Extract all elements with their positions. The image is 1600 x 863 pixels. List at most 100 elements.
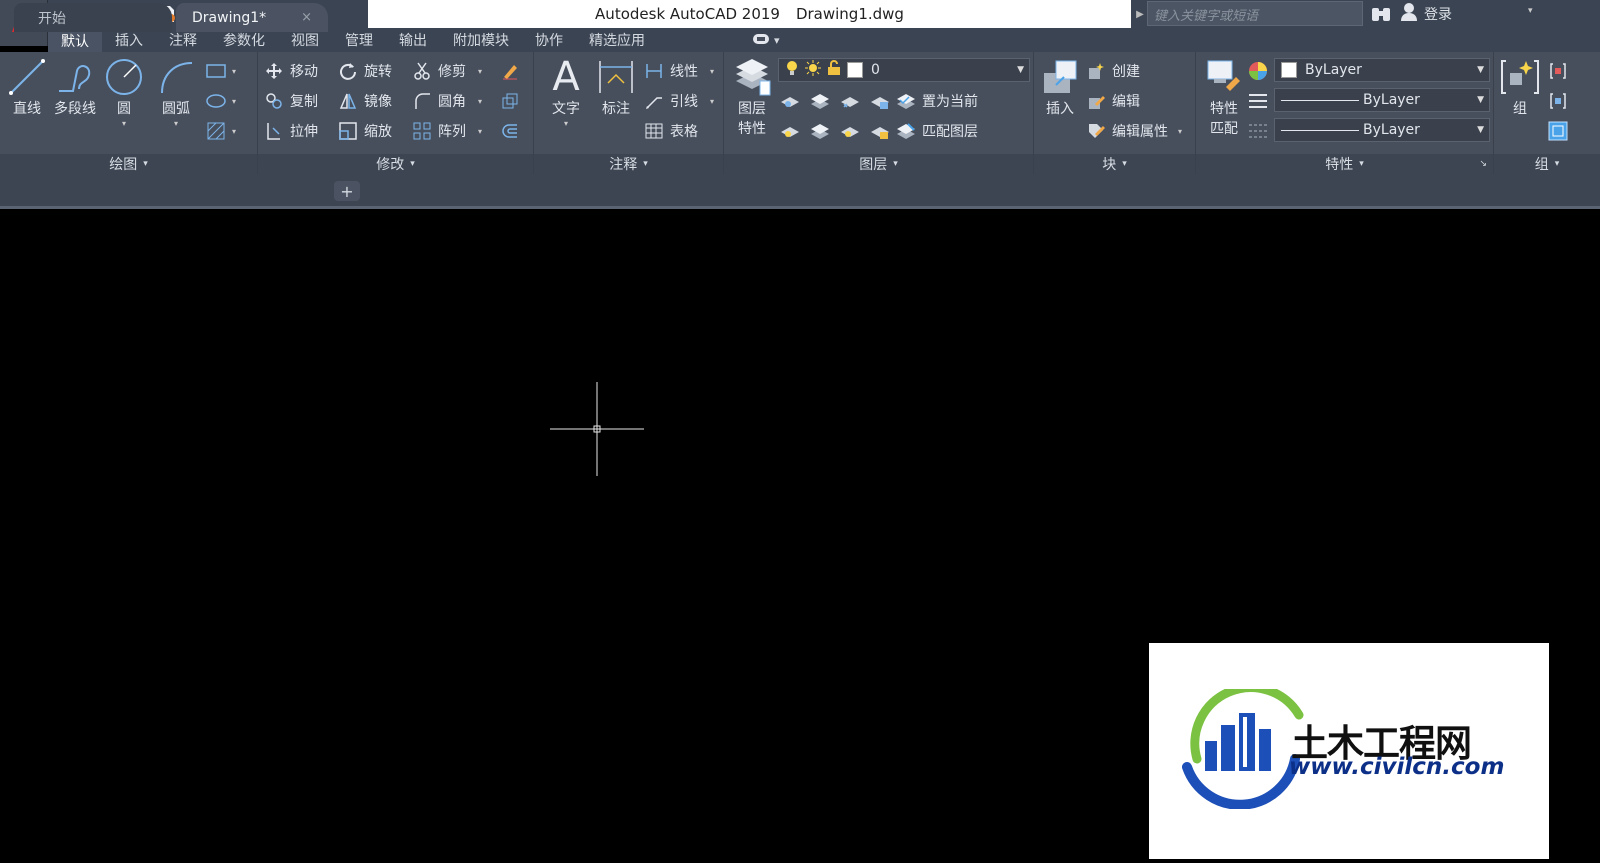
sign-in[interactable]: 登录 xyxy=(1400,2,1452,26)
rectangle-button[interactable]: ▾ xyxy=(206,59,236,83)
draw-panel: 直线 多段线 圆 ▾ 圆弧 ▾ ▾ ▾ ▾ 绘图 ▾ xyxy=(0,52,258,174)
chevron-down-icon: ▾ xyxy=(643,159,648,169)
chevron-down-icon: ▾ xyxy=(1359,159,1364,169)
linear-dimension-icon xyxy=(644,61,664,81)
binoculars-icon[interactable] xyxy=(1370,3,1392,29)
chevron-down-icon[interactable]: ▾ xyxy=(710,67,714,76)
lineweight-icon[interactable] xyxy=(1248,89,1268,113)
layer-isolate-icon[interactable] xyxy=(810,91,830,111)
line-button[interactable]: 直线 xyxy=(3,56,51,118)
ungroup-icon[interactable] xyxy=(1548,59,1568,83)
tab-collaborate[interactable]: 协作 xyxy=(522,28,576,52)
chevron-down-icon[interactable]: ▾ xyxy=(478,127,482,136)
layer-lock-icon[interactable] xyxy=(870,91,890,111)
array-button[interactable]: 阵列 ▾ xyxy=(412,119,482,143)
linetype-dropdown[interactable]: ByLayer ▼ xyxy=(1274,118,1490,142)
linear-dimension-button[interactable]: 线性 ▾ xyxy=(644,59,714,83)
lineweight-dropdown[interactable]: ByLayer ▼ xyxy=(1274,88,1490,112)
close-icon[interactable]: × xyxy=(301,10,312,25)
tab-drawing1[interactable]: Drawing1* × xyxy=(176,3,328,32)
tab-manage[interactable]: 管理 xyxy=(332,28,386,52)
chevron-down-icon[interactable]: ▾ xyxy=(478,97,482,106)
annotation-panel-title[interactable]: 注释 ▾ xyxy=(534,154,723,174)
color-wheel-icon[interactable] xyxy=(1248,59,1268,83)
table-button[interactable]: 表格 xyxy=(644,119,698,143)
tab-output[interactable]: 输出 xyxy=(386,28,440,52)
layer-thaw-icon[interactable] xyxy=(840,121,860,141)
copy-button[interactable]: 复制 xyxy=(264,89,318,113)
color-value: ByLayer xyxy=(1305,62,1362,78)
color-dropdown[interactable]: ByLayer ▼ xyxy=(1274,58,1490,82)
properties-panel-title[interactable]: 特性 ▾ ↘ xyxy=(1196,154,1493,174)
draw-panel-title[interactable]: 绘图 ▾ xyxy=(0,154,257,174)
search-expand-icon[interactable]: ▶ xyxy=(1133,0,1147,28)
explode-button[interactable] xyxy=(500,89,520,113)
erase-button[interactable] xyxy=(500,59,520,83)
stretch-button[interactable]: 拉伸 xyxy=(264,119,318,143)
fillet-label: 圆角 xyxy=(438,94,466,110)
group-button[interactable]: 组 xyxy=(1496,56,1544,118)
window-title: Autodesk AutoCAD 2019 Drawing1.dwg xyxy=(368,0,1131,28)
toggle-icon xyxy=(752,33,770,48)
groups-panel-title[interactable]: 组 ▾ xyxy=(1494,154,1600,174)
move-button[interactable]: 移动 xyxy=(264,59,318,83)
chevron-down-icon[interactable]: ▾ xyxy=(122,119,126,128)
edit-block-button[interactable]: 编辑 xyxy=(1086,89,1140,113)
block-panel: 插入 创建 编辑 编辑属性 ▾ 块 ▾ xyxy=(1034,52,1196,174)
chevron-down-icon[interactable]: ▾ xyxy=(564,119,568,128)
trim-button[interactable]: 修剪 ▾ xyxy=(412,59,482,83)
ribbon-minimize-toggle[interactable]: ▾ xyxy=(752,33,780,48)
dimension-button[interactable]: 标注 xyxy=(592,56,640,118)
match-layer-button[interactable]: 匹配图层 xyxy=(896,119,978,143)
layer-properties-button[interactable]: 图层 特性 xyxy=(728,56,776,138)
group-edit-icon[interactable] xyxy=(1548,89,1568,113)
chevron-down-icon[interactable]: ▾ xyxy=(232,127,236,136)
scale-button[interactable]: 缩放 xyxy=(338,119,392,143)
text-button[interactable]: A 文字 ▾ xyxy=(542,56,590,128)
leader-button[interactable]: 引线 ▾ xyxy=(644,89,714,113)
create-block-button[interactable]: 创建 xyxy=(1086,59,1140,83)
chevron-down-icon: ▾ xyxy=(143,159,148,169)
hatch-button[interactable]: ▾ xyxy=(206,119,236,143)
chevron-down-icon[interactable]: ▾ xyxy=(1528,6,1533,16)
new-tab-button[interactable]: + xyxy=(334,181,360,201)
tab-start[interactable]: 开始 xyxy=(14,3,172,32)
layer-unlock-icon[interactable] xyxy=(870,121,890,141)
tab-addins[interactable]: 附加模块 xyxy=(440,28,522,52)
properties-panel-label: 特性 xyxy=(1325,157,1354,173)
chevron-down-icon[interactable]: ▾ xyxy=(1178,127,1182,136)
group-selection-icon[interactable] xyxy=(1548,119,1568,143)
offset-button[interactable] xyxy=(500,119,520,143)
layer-on-icon[interactable] xyxy=(780,121,800,141)
make-current-button[interactable]: 置为当前 xyxy=(896,89,978,113)
chevron-down-icon[interactable]: ▾ xyxy=(710,97,714,106)
layer-unisolate-icon[interactable] xyxy=(810,121,830,141)
arc-button[interactable]: 圆弧 ▾ xyxy=(152,56,200,128)
chevron-down-icon[interactable]: ▾ xyxy=(232,67,236,76)
layer-dropdown[interactable]: 0 ▼ xyxy=(778,58,1030,82)
linetype-icon[interactable] xyxy=(1248,119,1268,143)
layer-off-icon[interactable] xyxy=(780,91,800,111)
rotate-button[interactable]: 旋转 xyxy=(338,59,392,83)
chevron-down-icon: ▾ xyxy=(410,159,415,169)
match-properties-button[interactable]: 特性 匹配 xyxy=(1200,56,1248,138)
tab-featured-apps[interactable]: 精选应用 xyxy=(576,28,658,52)
layer-freeze-icon[interactable] xyxy=(840,91,860,111)
circle-label: 圆 xyxy=(117,101,131,117)
circle-button[interactable]: 圆 ▾ xyxy=(100,56,148,128)
search-input[interactable]: 键入关键字或短语 xyxy=(1147,1,1363,26)
modify-panel-title[interactable]: 修改 ▾ xyxy=(258,154,533,174)
edit-attributes-button[interactable]: 编辑属性 ▾ xyxy=(1086,119,1182,143)
chevron-down-icon[interactable]: ▾ xyxy=(478,67,482,76)
chevron-down-icon[interactable]: ▾ xyxy=(174,119,178,128)
layer-color-swatch xyxy=(847,62,863,78)
layers-panel-title[interactable]: 图层 ▾ xyxy=(724,154,1033,174)
fillet-button[interactable]: 圆角 ▾ xyxy=(412,89,482,113)
insert-block-button[interactable]: 插入 xyxy=(1036,56,1084,118)
mirror-button[interactable]: 镜像 xyxy=(338,89,392,113)
chevron-down-icon[interactable]: ▾ xyxy=(232,97,236,106)
ellipse-button[interactable]: ▾ xyxy=(206,89,236,113)
dialog-launcher-icon[interactable]: ↘ xyxy=(1479,159,1487,169)
polyline-button[interactable]: 多段线 xyxy=(50,56,100,118)
block-panel-title[interactable]: 块 ▾ xyxy=(1034,154,1195,174)
